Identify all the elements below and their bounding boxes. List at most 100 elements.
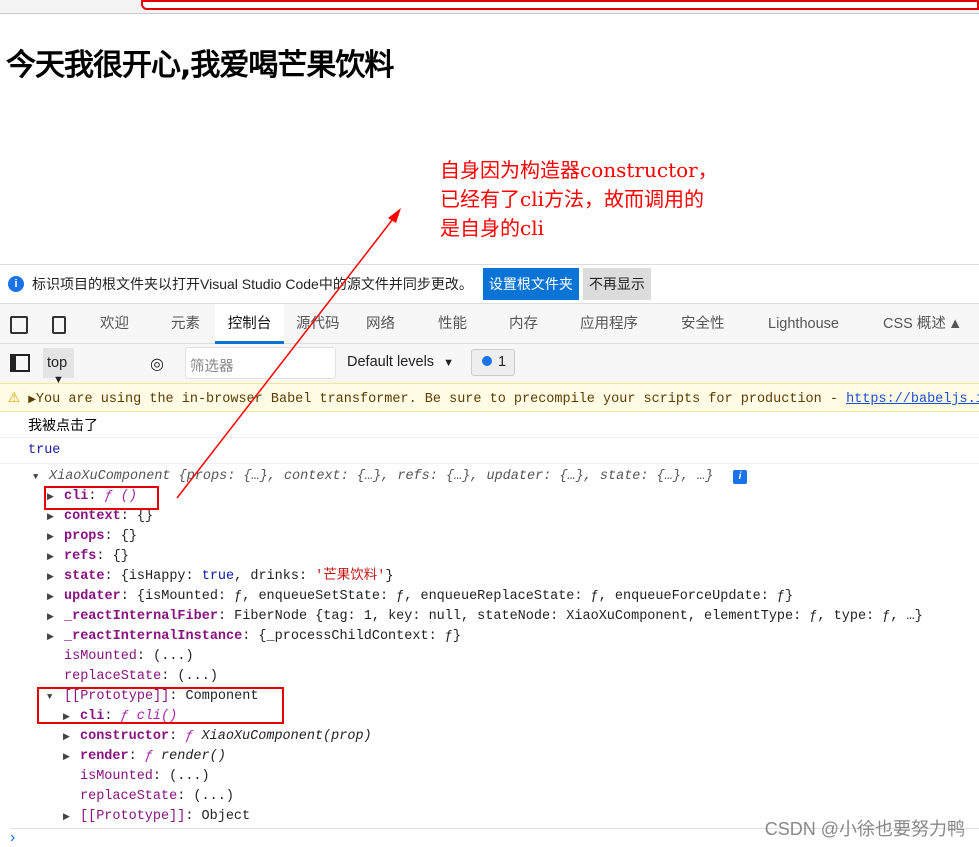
tab-lighthouse[interactable]: Lighthouse: [768, 304, 839, 344]
property-text: ƒ: [185, 729, 202, 744]
console-log-true: true: [0, 438, 979, 464]
property-text: props: [64, 529, 105, 544]
property-text: : {_processChildContext: ƒ}: [242, 629, 461, 644]
property-content: render: ƒ render(): [80, 747, 226, 767]
dropdown-arrow-icon: ▼: [443, 357, 454, 369]
property-text: replaceState: [80, 789, 178, 804]
property-content: XiaoXuComponent {props: {…}, context: {……: [49, 467, 713, 487]
collapsed-arrow-icon[interactable]: ▶: [47, 567, 54, 587]
tab-memory[interactable]: 内存: [509, 304, 538, 344]
dont-show-again-button[interactable]: 不再显示: [582, 268, 651, 300]
tab-network[interactable]: 网络: [366, 304, 395, 344]
property-text: [[Prototype]]: [80, 809, 186, 824]
tab-css-overview[interactable]: CSS 概述: [883, 304, 946, 344]
collapsed-arrow-icon[interactable]: ▶: [47, 587, 54, 607]
info-text: 标识项目的根文件夹以打开Visual Studio Code中的源文件并同步更改…: [32, 276, 473, 292]
property-content: context: {}: [64, 507, 153, 527]
expanded-arrow-icon[interactable]: ▼: [33, 467, 38, 487]
object-property-row[interactable]: ▶ _reactInternalFiber: FiberNode {tag: 1,…: [0, 607, 979, 627]
property-text: XiaoXuComponent {props: {…}, context: {……: [49, 469, 714, 484]
property-text: XiaoXuComponent(prop): [201, 729, 372, 744]
filter-input[interactable]: 筛选器: [185, 347, 336, 379]
property-text: constructor: [80, 729, 170, 744]
object-property-row: replaceState: (...): [0, 667, 979, 687]
expand-arrow-icon[interactable]: ▶: [28, 395, 36, 406]
property-text: _reactInternalFiber: [64, 609, 218, 624]
collapsed-arrow-icon[interactable]: ▶: [47, 547, 54, 567]
property-text: isMounted: [80, 769, 153, 784]
live-expression-eye-icon[interactable]: ◎: [150, 354, 164, 374]
levels-value: Default levels: [347, 354, 435, 370]
property-content: updater: {isMounted: ƒ, enqueueSetState:…: [64, 587, 793, 607]
browser-address-bar: [0, 0, 979, 14]
info-icon: i: [8, 276, 24, 292]
log-levels-select[interactable]: Default levels ▼: [347, 354, 454, 370]
property-text: : {isMounted: ƒ, enqueueSetState: ƒ, enq…: [120, 589, 794, 604]
property-text: : {isHappy:: [104, 569, 202, 584]
collapsed-arrow-icon[interactable]: ▶: [47, 607, 54, 627]
collapsed-arrow-icon[interactable]: ▶: [47, 527, 54, 547]
property-text: : (...): [177, 789, 234, 804]
property-text: :: [169, 729, 186, 744]
page-heading: 今天我很开心,我爱喝芒果饮料: [6, 48, 394, 83]
annotation-note: 自身因为构造器constructor， 已经有了cli方法，故而调用的 是自身的…: [440, 156, 718, 243]
object-property-row[interactable]: ▼ XiaoXuComponent {props: {…}, context: {…: [0, 467, 979, 487]
watermark: CSDN @小徐也要努力鸭: [764, 819, 965, 839]
collapsed-arrow-icon[interactable]: ▶: [63, 747, 70, 767]
tab-elements[interactable]: 元素: [171, 304, 200, 344]
babel-warning-message: ⚠ ▶You are using the in-browser Babel tr…: [0, 383, 979, 412]
object-property-row: isMounted: (...): [0, 767, 979, 787]
property-text: replaceState: [64, 669, 162, 684]
collapsed-arrow-icon[interactable]: ▶: [63, 807, 70, 827]
issues-counter-button[interactable]: 1: [471, 349, 515, 376]
object-property-row[interactable]: ▶ context: {}: [0, 507, 979, 527]
context-value: top: [47, 355, 68, 371]
annotation-line: 自身因为构造器constructor，: [440, 158, 718, 182]
set-root-folder-button[interactable]: 设置根文件夹: [482, 268, 579, 300]
highlight-box-own-cli: [44, 486, 159, 510]
object-info-icon[interactable]: i: [733, 470, 747, 484]
property-text: :: [128, 749, 145, 764]
property-content: replaceState: (...): [80, 787, 234, 807]
tab-sources[interactable]: 源代码: [296, 304, 340, 344]
issues-count: 1: [498, 354, 507, 370]
context-select[interactable]: top ▼: [43, 348, 74, 386]
collapsed-arrow-icon[interactable]: ▶: [47, 627, 54, 647]
property-text: true: [201, 569, 235, 584]
tab-security[interactable]: 安全性: [681, 304, 725, 344]
url-field[interactable]: [141, 0, 979, 10]
babel-docs-link[interactable]: https://babeljs.io/docs/setup/: [846, 392, 979, 407]
object-property-row[interactable]: ▶ render: ƒ render(): [0, 747, 979, 767]
property-content: _reactInternalInstance: {_processChildCo…: [64, 627, 461, 647]
object-property-row[interactable]: ▶ constructor: ƒ XiaoXuComponent(prop): [0, 727, 979, 747]
tab-application[interactable]: 应用程序: [580, 304, 638, 344]
device-toolbar-icon[interactable]: [52, 316, 66, 334]
show-sidebar-icon[interactable]: [10, 354, 30, 372]
property-content: isMounted: (...): [64, 647, 194, 667]
property-content: props: {}: [64, 527, 137, 547]
property-content: refs: {}: [64, 547, 129, 567]
property-text: : (...): [161, 669, 218, 684]
property-text: '芒果饮料': [315, 569, 386, 584]
inspect-element-icon[interactable]: [10, 316, 28, 334]
object-property-row[interactable]: ▶ updater: {isMounted: ƒ, enqueueSetState…: [0, 587, 979, 607]
collapsed-arrow-icon[interactable]: ▶: [63, 727, 70, 747]
tab-performance[interactable]: 性能: [438, 304, 467, 344]
object-property-row[interactable]: ▶ state: {isHappy: true, drinks: '芒果饮料'}: [0, 567, 979, 587]
property-text: : FiberNode {tag: 1, key: null, stateNod…: [217, 609, 923, 624]
property-text: render: [80, 749, 129, 764]
object-property-row[interactable]: ▶ props: {}: [0, 527, 979, 547]
annotation-line: 是自身的cli: [440, 216, 544, 240]
property-text: : {}: [120, 509, 154, 524]
highlight-box-prototype-cli: [37, 687, 284, 724]
object-property-row: replaceState: (...): [0, 787, 979, 807]
property-content: replaceState: (...): [64, 667, 218, 687]
tab-console[interactable]: 控制台: [215, 304, 284, 344]
object-property-row[interactable]: ▶ refs: {}: [0, 547, 979, 567]
property-text: : (...): [152, 769, 210, 784]
object-property-row[interactable]: ▶ _reactInternalInstance: {_processChildC…: [0, 627, 979, 647]
property-text: updater: [64, 589, 121, 604]
message-icon: [482, 356, 492, 366]
tab-welcome[interactable]: 欢迎: [100, 304, 129, 344]
collapsed-arrow-icon[interactable]: ▶: [47, 507, 54, 527]
